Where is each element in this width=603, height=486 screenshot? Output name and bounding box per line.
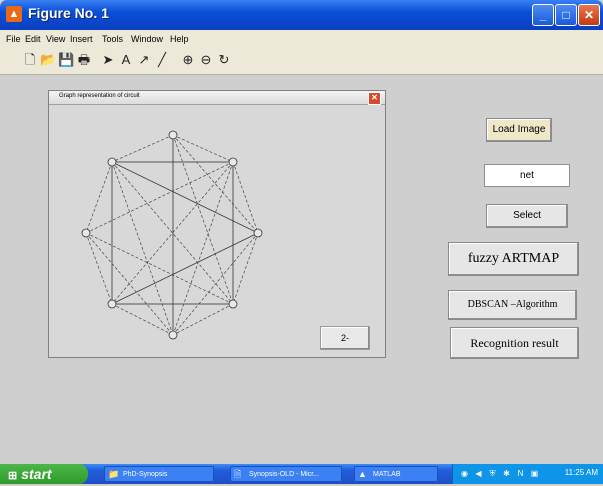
open-folder-icon[interactable]: 📂 [40, 52, 56, 68]
volume-icon[interactable]: ◀ [473, 468, 484, 479]
clock: 11:25 AM [564, 468, 598, 477]
recognition-result-button[interactable]: Recognition result [450, 327, 579, 359]
menu-bar: File Edit View Insert Tools Window Help [0, 30, 603, 48]
zoom-in-icon[interactable]: ⊕ [180, 52, 196, 68]
menu-window[interactable]: Window [131, 34, 163, 44]
matlab-figure-icon: ▲ [6, 6, 22, 22]
graph-node [81, 228, 91, 238]
rotate-icon[interactable]: ↻ [216, 52, 232, 68]
graph-window-title: Graph representation of circuit [59, 93, 140, 99]
new-file-icon[interactable]: 🗋 [22, 52, 38, 68]
menu-file[interactable]: File [6, 34, 21, 44]
security-icon[interactable]: ⛨ [487, 468, 498, 479]
language-icon[interactable]: N [515, 468, 526, 479]
taskbar-item-synopsis-old[interactable]: 🗎 Synopsis-OLD - Micr... [230, 466, 342, 482]
graph-node [107, 299, 117, 309]
system-tray: ◉ ◀ ⛨ ✱ N ▣ 11:25 AM [452, 464, 603, 484]
graph-node [253, 228, 263, 238]
graph-window-button[interactable]: 2- [320, 326, 370, 350]
network-icon[interactable]: ◉ [459, 468, 470, 479]
print-icon[interactable]: 🖶 [76, 52, 92, 68]
graph-node [107, 157, 117, 167]
folder-icon: 📁 [108, 469, 120, 479]
graph-node [228, 299, 238, 309]
pointer-arrow-icon[interactable]: ➤ [100, 52, 116, 68]
menu-edit[interactable]: Edit [25, 34, 41, 44]
close-icon[interactable]: ✕ [368, 92, 381, 105]
minimize-icon[interactable]: _ [532, 4, 554, 26]
fuzzy-artmap-button[interactable]: fuzzy ARTMAP [448, 242, 579, 276]
zoom-out-icon[interactable]: ⊖ [198, 52, 214, 68]
load-image-button[interactable]: Load Image [486, 118, 552, 142]
taskbar-item-label: Synopsis-OLD - Micr... [249, 471, 320, 478]
maximize-icon[interactable]: □ [555, 4, 577, 26]
dbscan-algorithm-button[interactable]: DBSCAN –Algorithm [448, 290, 577, 320]
toolbar: 🗋 📂 💾 🖶 ➤ A ↗ ╱ ⊕ ⊖ ↻ [0, 48, 603, 75]
graph-node [168, 130, 178, 140]
menu-help[interactable]: Help [170, 34, 189, 44]
taskbar-item-label: PhD-Synopsis [123, 471, 168, 478]
display-icon[interactable]: ▣ [529, 468, 540, 479]
windows-logo-icon: ⊞ [8, 470, 18, 482]
taskbar: ⊞ start 📁 PhD-Synopsis 🗎 Synopsis-OLD - Mic… [0, 464, 603, 484]
arrow-tool-icon[interactable]: ↗ [136, 52, 152, 68]
menu-tools[interactable]: Tools [102, 34, 123, 44]
menu-insert[interactable]: Insert [70, 34, 93, 44]
save-icon[interactable]: 💾 [58, 52, 74, 68]
word-document-icon: 🗎 [234, 469, 242, 479]
circuit-graph [81, 130, 263, 340]
taskbar-item-label: MATLAB [373, 471, 401, 478]
graph-window-titlebar: Graph representation of circuit ✕ [49, 91, 385, 105]
start-button[interactable]: ⊞ start [0, 464, 88, 484]
antivirus-icon[interactable]: ✱ [501, 468, 512, 479]
close-icon[interactable]: ✕ [578, 4, 600, 26]
menu-view[interactable]: View [46, 34, 65, 44]
select-button[interactable]: Select [486, 204, 568, 228]
taskbar-item-matlab[interactable]: ▲ MATLAB [354, 466, 438, 482]
taskbar-item-phd-synopsis[interactable]: 📁 PhD-Synopsis [104, 466, 214, 482]
graph-node [228, 157, 238, 167]
line-tool-icon[interactable]: ╱ [154, 52, 170, 68]
title-bar: ▲ Figure No. 1 _ □ ✕ [0, 0, 603, 30]
window-title: Figure No. 1 [28, 5, 109, 21]
net-field[interactable]: net [484, 164, 570, 187]
start-label: start [21, 466, 52, 482]
matlab-icon: ▲ [358, 469, 367, 479]
graph-node [168, 330, 178, 340]
text-tool-icon[interactable]: A [118, 52, 134, 68]
